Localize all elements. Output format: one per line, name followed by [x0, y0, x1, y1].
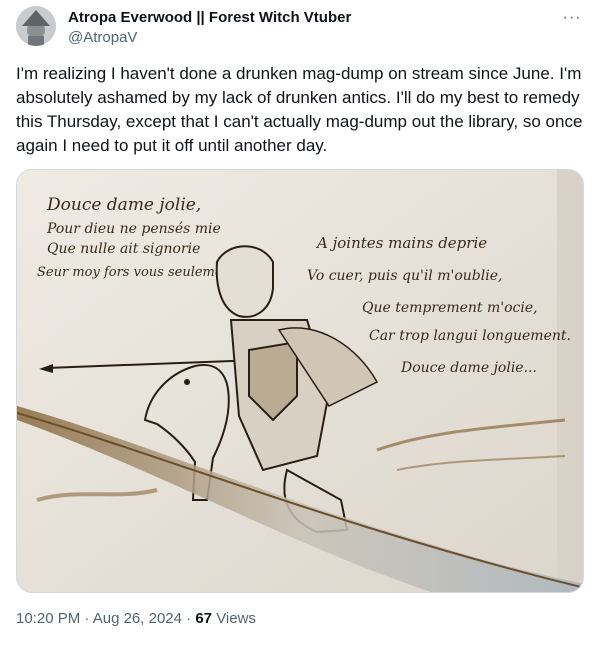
poem-left-line-2: Pour dieu ne pensés mie: [46, 221, 221, 237]
views-label: Views: [216, 610, 256, 627]
avatar-image: [16, 6, 56, 46]
poem-right-line-3: Que temprement m'ocie,: [362, 300, 538, 316]
manuscript-drawing: Douce dame jolie, Pour dieu ne pensés mi…: [17, 170, 583, 592]
tweet-text: I'm realizing I haven't done a drunken m…: [16, 64, 583, 155]
meta-separator: ·: [84, 610, 90, 627]
avatar[interactable]: [16, 6, 56, 46]
poem-left-line-1: Douce dame jolie,: [46, 195, 201, 215]
poem-right-line-1: A jointes mains deprie: [315, 234, 487, 252]
tweet-image[interactable]: Douce dame jolie, Pour dieu ne pensés mi…: [16, 169, 584, 593]
poem-right-line-4: Car trop langui longuement.: [369, 328, 571, 344]
tweet-meta: 10:20 PM · Aug 26, 2024 · 67 Views: [16, 609, 256, 629]
poem-left-line-3: Que nulle ait signorie: [47, 241, 200, 257]
views-count: 67: [195, 610, 213, 627]
poem-left-line-4: Seur moy fors vous seulement.: [37, 265, 240, 280]
poem-right-line-5: Douce dame jolie...: [400, 360, 537, 376]
tweet-date[interactable]: Aug 26, 2024: [93, 610, 182, 627]
knight-helmet: [215, 245, 274, 318]
tweet-header: Atropa Everwood || Forest Witch Vtuber @…: [16, 6, 584, 50]
tweet-time[interactable]: 10:20 PM: [16, 610, 80, 627]
poem-right-line-2: Vo cuer, puis qu'il m'oublie,: [307, 268, 502, 284]
more-options-icon[interactable]: ···: [560, 8, 584, 28]
meta-separator-2: ·: [186, 610, 192, 627]
author-handle[interactable]: @AtropaV: [68, 28, 351, 48]
author-display-name[interactable]: Atropa Everwood || Forest Witch Vtuber: [68, 8, 351, 28]
